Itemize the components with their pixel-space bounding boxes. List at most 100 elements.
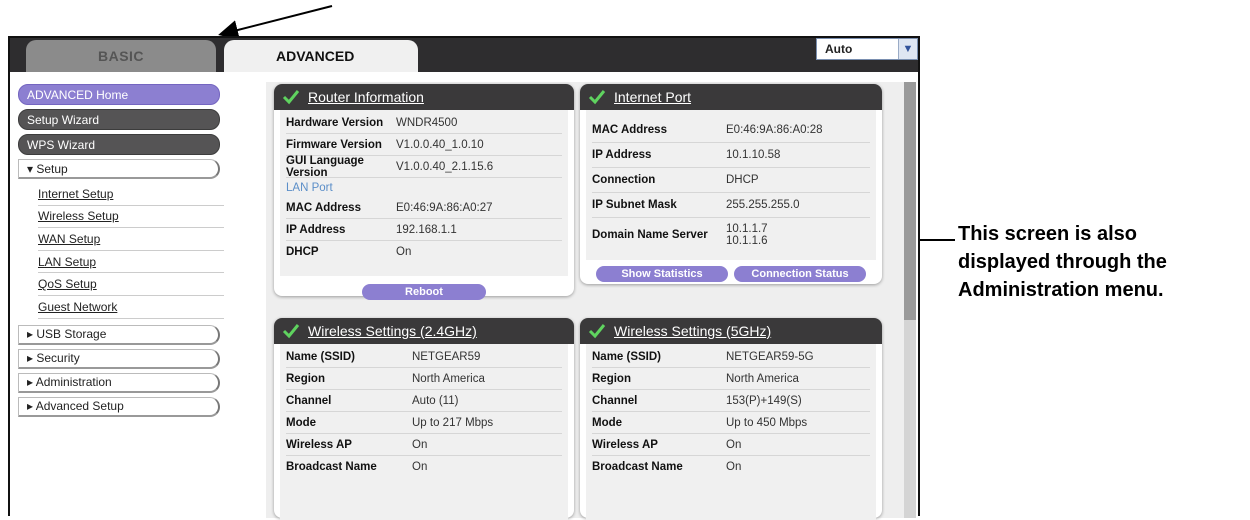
internet-port-actions: Show Statistics Connection Status (580, 260, 882, 282)
side-menu: ADVANCED Home Setup Wizard WPS Wizard ▾ … (18, 84, 224, 421)
wireless-24ghz-body: Name (SSID) NETGEAR59 Region North America… (280, 344, 568, 520)
check-icon (282, 324, 300, 339)
wireless-24ghz-title[interactable]: Wireless Settings (2.4GHz) (308, 323, 477, 339)
dns-primary: 10.1.1.7 (726, 223, 768, 235)
info-key: Name (SSID) (592, 350, 662, 363)
info-row: Wireless AP On (592, 434, 870, 456)
info-key: Connection (592, 174, 656, 186)
router-information-body: Hardware Version WNDR4500 Firmware Versio… (280, 110, 568, 276)
setup-submenu: Internet Setup Wireless Setup WAN Setup … (38, 183, 224, 319)
menu-setup-wizard[interactable]: Setup Wizard (18, 109, 220, 130)
check-icon (588, 324, 606, 339)
info-value: NETGEAR59 (412, 350, 481, 363)
info-key: Name (SSID) (286, 350, 356, 363)
info-key: Wireless AP (286, 438, 352, 451)
router-ui-frame: BASIC ADVANCED Auto ▼ ADVANCED Home Setu… (8, 36, 920, 520)
info-value: 192.168.1.1 (396, 223, 457, 236)
info-row: Mode Up to 217 Mbps (286, 412, 562, 434)
info-row: Firmware Version V1.0.0.40_1.0.10 (286, 134, 562, 156)
info-row: Channel Auto (11) (286, 390, 562, 412)
info-row: Region North America (592, 368, 870, 390)
router-information-actions: Reboot (274, 276, 574, 300)
tab-basic[interactable]: BASIC (26, 40, 216, 72)
language-select[interactable]: Auto ▼ (816, 38, 918, 60)
info-value: Up to 217 Mbps (412, 416, 494, 429)
info-key: MAC Address (592, 124, 667, 136)
menu-security[interactable]: ▸ Security (18, 348, 220, 369)
reboot-button[interactable]: Reboot (362, 284, 486, 300)
menu-advanced-home[interactable]: ADVANCED Home (18, 84, 220, 105)
info-row: DHCP On (286, 241, 562, 262)
info-key: Region (592, 372, 631, 385)
submenu-wireless-setup[interactable]: Wireless Setup (38, 206, 224, 229)
info-row: Broadcast Name On (286, 456, 562, 477)
submenu-wan-setup[interactable]: WAN Setup (38, 228, 224, 251)
dns-values: 10.1.1.7 10.1.1.6 (726, 223, 768, 247)
info-row: Wireless AP On (286, 434, 562, 456)
info-value: On (412, 438, 428, 451)
info-value: North America (412, 372, 485, 385)
vertical-scrollbar[interactable] (904, 82, 916, 518)
info-value: WNDR4500 (396, 116, 458, 129)
info-key: Domain Name Server (592, 229, 708, 241)
info-key: IP Subnet Mask (592, 199, 677, 211)
info-value: 153(P)+149(S) (726, 394, 802, 407)
info-value: Up to 450 Mbps (726, 416, 808, 429)
internet-port-panel: Internet Port MAC Address E0:46:9A:86:A0:… (580, 84, 882, 284)
submenu-guest-network[interactable]: Guest Network (38, 296, 224, 319)
info-key: Broadcast Name (286, 460, 377, 473)
info-row: Channel 153(P)+149(S) (592, 390, 870, 412)
scrollbar-thumb[interactable] (904, 82, 916, 320)
info-value: Auto (11) (412, 394, 459, 407)
info-key: Firmware Version (286, 138, 382, 151)
menu-usb-storage[interactable]: ▸ USB Storage (18, 324, 220, 345)
info-value: 10.1.10.58 (726, 149, 781, 161)
info-value: E0:46:9A:86:A0:28 (726, 124, 823, 136)
info-value: North America (726, 372, 799, 385)
info-key: IP Address (286, 223, 346, 236)
info-row: MAC Address E0:46:9A:86:A0:27 (286, 197, 562, 219)
info-value: On (726, 438, 742, 451)
menu-administration[interactable]: ▸ Administration (18, 372, 220, 393)
content-area: Router Information Hardware Version WNDR4… (266, 82, 908, 520)
internet-port-title[interactable]: Internet Port (614, 89, 691, 105)
info-row: Name (SSID) NETGEAR59 (286, 346, 562, 368)
info-value: On (412, 460, 428, 473)
tab-advanced[interactable]: ADVANCED (224, 40, 418, 72)
info-key: Broadcast Name (592, 460, 683, 473)
info-value: On (396, 245, 412, 258)
wireless-5ghz-header: Wireless Settings (5GHz) (580, 318, 882, 344)
info-key: MAC Address (286, 201, 361, 214)
submenu-internet-setup[interactable]: Internet Setup (38, 183, 224, 206)
info-key: Channel (286, 394, 332, 407)
tab-bar: BASIC ADVANCED Auto ▼ (10, 38, 918, 72)
language-select-value: Auto (825, 42, 853, 56)
wireless-5ghz-title[interactable]: Wireless Settings (5GHz) (614, 323, 771, 339)
callout-note: This screen is also displayed through th… (958, 220, 1248, 304)
callout-line: Administration menu. (958, 279, 1164, 301)
menu-setup[interactable]: ▾ Setup (18, 159, 220, 179)
callout-line: displayed through the (958, 251, 1167, 273)
dns-secondary: 10.1.1.6 (726, 235, 768, 247)
info-key: DHCP (286, 245, 319, 258)
info-row: IP Address 192.168.1.1 (286, 219, 562, 241)
submenu-lan-setup[interactable]: LAN Setup (38, 251, 224, 274)
menu-advanced-setup[interactable]: ▸ Advanced Setup (18, 396, 220, 417)
router-information-title[interactable]: Router Information (308, 89, 424, 105)
info-key: IP Address (592, 149, 652, 161)
connection-status-button[interactable]: Connection Status (734, 266, 866, 282)
menu-wps-wizard[interactable]: WPS Wizard (18, 134, 220, 155)
wireless-24ghz-header: Wireless Settings (2.4GHz) (274, 318, 574, 344)
router-information-panel: Router Information Hardware Version WNDR4… (274, 84, 574, 300)
wireless-24ghz-panel: Wireless Settings (2.4GHz) Name (SSID) NE… (274, 318, 574, 520)
check-icon (282, 90, 300, 105)
info-row: Broadcast Name On (592, 456, 870, 477)
info-value: 255.255.255.0 (726, 199, 800, 211)
info-value: DHCP (726, 174, 759, 186)
info-row: Domain Name Server 10.1.1.7 10.1.1.6 (592, 218, 870, 252)
submenu-qos-setup[interactable]: QoS Setup (38, 273, 224, 296)
info-value: NETGEAR59-5G (726, 350, 814, 363)
show-statistics-button[interactable]: Show Statistics (596, 266, 728, 282)
info-key: Channel (592, 394, 638, 407)
lan-port-heading: LAN Port (286, 181, 333, 194)
